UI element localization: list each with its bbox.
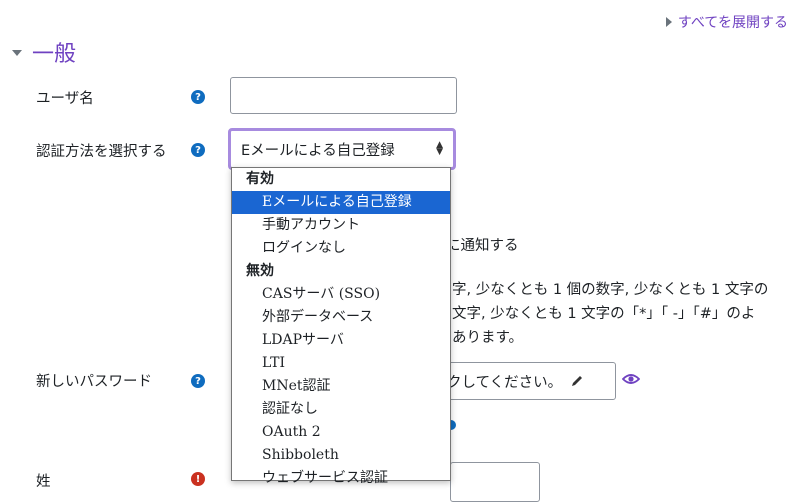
dropdown-group-label: 有効 bbox=[246, 171, 274, 187]
auth-method-label: 認証方法を選択する bbox=[36, 144, 167, 160]
new-password-prompt: クしてください。 bbox=[447, 374, 563, 391]
pencil-icon[interactable] bbox=[570, 374, 584, 388]
help-icon-auth[interactable]: ? bbox=[191, 143, 205, 157]
auth-method-select[interactable]: Eメールによる自己登録 ▲ ▼ bbox=[228, 128, 456, 170]
auth-method-dropdown-list[interactable]: 有効 Eメールによる自己登録 手動アカウント ログインなし無効 CASサーバ (SSO)… bbox=[231, 167, 451, 486]
dropdown-group-label: 無効 bbox=[246, 263, 274, 279]
expand-all-link[interactable]: すべてを展開する bbox=[665, 12, 788, 32]
dropdown-option[interactable]: CASサーバ (SSO) bbox=[232, 283, 450, 306]
new-password-label: 新しいパスワード bbox=[36, 374, 152, 390]
password-policy-line1: 字, 少なくとも 1 個の数字, 少なくとも 1 文字の bbox=[452, 282, 769, 298]
dropdown-option[interactable]: Eメールによる自己登録 bbox=[232, 191, 450, 214]
caret-down-icon bbox=[12, 50, 22, 56]
eye-icon[interactable] bbox=[621, 371, 641, 390]
help-icon-username[interactable]: ? bbox=[191, 90, 205, 104]
auth-method-selected-value: Eメールによる自己登録 bbox=[241, 142, 395, 159]
lastname-input[interactable] bbox=[450, 462, 540, 502]
lastname-label: 姓 bbox=[36, 474, 51, 490]
dropdown-option[interactable]: ログインなし bbox=[232, 237, 450, 260]
section-general-header[interactable]: 一般 bbox=[12, 36, 76, 68]
dropdown-option[interactable]: ウェブサービス認証 bbox=[232, 467, 450, 490]
password-policy-line2: 文字, 少なくとも 1 文字の「*」「 -」「#」のよ bbox=[452, 306, 756, 322]
caret-right-icon bbox=[665, 17, 672, 27]
notify-text: に通知する bbox=[446, 238, 519, 254]
dropdown-option[interactable]: OAuth 2 bbox=[232, 421, 450, 444]
dropdown-option[interactable]: 手動アカウント bbox=[232, 214, 450, 237]
username-label: ユーザ名 bbox=[36, 91, 94, 107]
dropdown-option[interactable]: 外部データベース bbox=[232, 306, 450, 329]
sort-arrows-icon: ▲ ▼ bbox=[436, 140, 443, 157]
new-password-field[interactable]: クしてください。 bbox=[422, 362, 616, 400]
section-title: 一般 bbox=[32, 42, 77, 67]
dropdown-option[interactable]: LTI bbox=[232, 352, 450, 375]
help-icon-password[interactable]: ? bbox=[191, 374, 205, 388]
dropdown-option[interactable]: Shibboleth bbox=[232, 444, 450, 467]
username-input[interactable] bbox=[230, 77, 457, 114]
dropdown-option[interactable]: 認証なし bbox=[232, 398, 450, 421]
required-icon-lastname: ! bbox=[191, 472, 205, 486]
password-policy-line3: あります。 bbox=[452, 330, 524, 346]
dropdown-option[interactable]: MNet認証 bbox=[232, 375, 450, 398]
expand-all-label: すべてを展開する bbox=[677, 15, 788, 31]
dropdown-option[interactable]: LDAPサーバ bbox=[232, 329, 450, 352]
